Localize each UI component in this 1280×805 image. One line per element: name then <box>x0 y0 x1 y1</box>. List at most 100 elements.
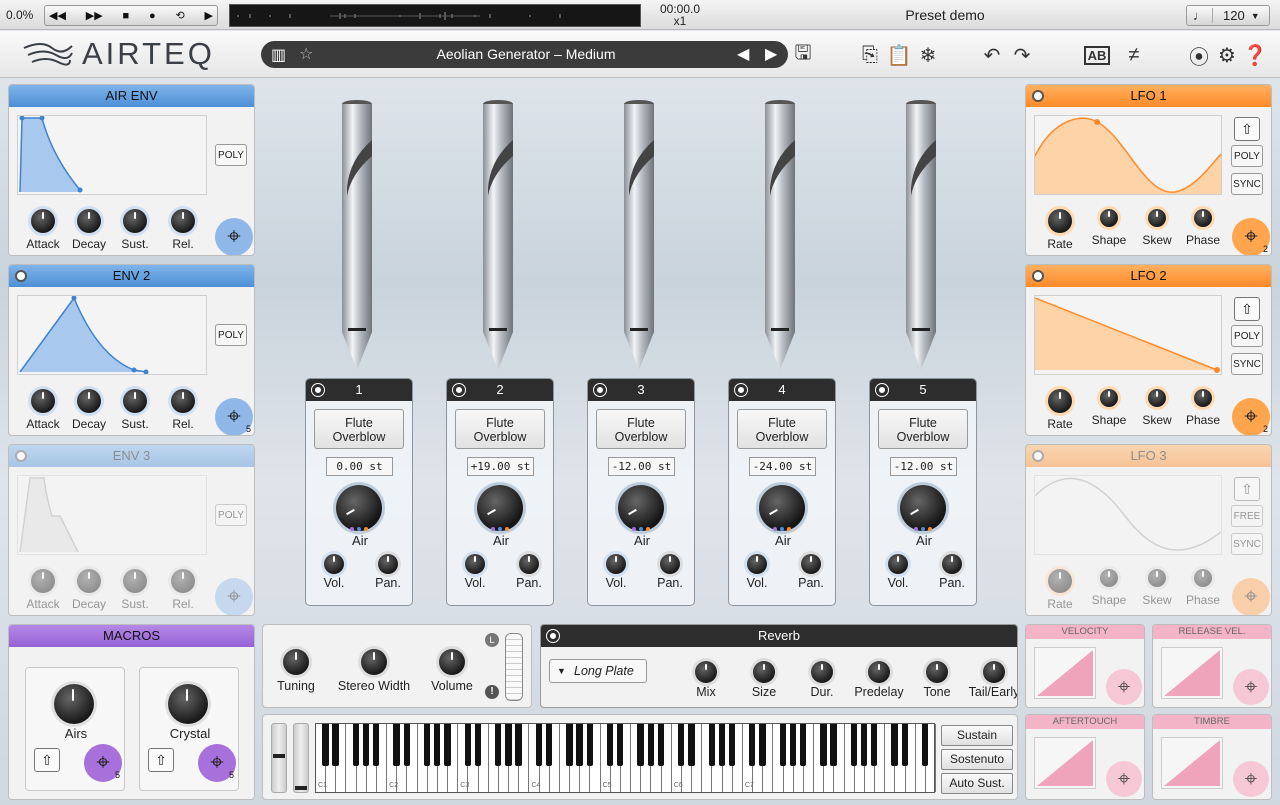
shape-knob[interactable] <box>1100 389 1118 407</box>
instrument-select[interactable]: Flute Overblow <box>455 409 545 449</box>
strip-power-toggle[interactable] <box>735 384 747 396</box>
air-knob[interactable] <box>477 485 523 531</box>
poly-button[interactable]: POLY <box>215 504 247 526</box>
semitone-field[interactable]: -12.00 st <box>890 457 957 476</box>
attack-knob[interactable] <box>31 389 55 413</box>
star-icon[interactable]: ☆ <box>299 44 313 64</box>
white-key[interactable] <box>733 724 743 792</box>
semitone-field[interactable]: -12.00 st <box>608 457 675 476</box>
env3-graph[interactable] <box>17 475 207 555</box>
timbre-curve[interactable] <box>1161 737 1223 789</box>
reverb-type-select[interactable]: ▼ Long Plate <box>549 659 647 683</box>
velocity-curve[interactable] <box>1034 647 1096 699</box>
reverb-knob-3[interactable] <box>868 661 890 683</box>
env3-power-toggle[interactable] <box>15 450 27 462</box>
tempo-control[interactable]: ♩ 120 ▼ <box>1186 5 1270 26</box>
volume-knob[interactable] <box>606 554 626 574</box>
skew-knob[interactable] <box>1148 569 1166 587</box>
upload-icon[interactable]: ⇧ <box>148 748 174 772</box>
rate-knob[interactable] <box>1048 209 1072 233</box>
stereo-width-knob[interactable] <box>361 649 387 675</box>
white-key[interactable] <box>763 724 774 792</box>
white-key[interactable] <box>692 724 703 792</box>
mod-target-button[interactable]: ⌖ 2 <box>1232 398 1270 435</box>
white-key[interactable] <box>550 724 560 792</box>
env2-graph[interactable] <box>17 295 207 375</box>
release-knob[interactable] <box>171 209 195 233</box>
skew-knob[interactable] <box>1148 209 1166 227</box>
reverb-knob-2[interactable] <box>811 661 833 683</box>
piano-keyboard[interactable]: C1 C2 C3 C4 C5 C6 C7 <box>315 723 936 793</box>
lfo3-power-toggle[interactable] <box>1032 450 1044 462</box>
paste-icon[interactable]: 📋 <box>886 42 912 68</box>
mod-target-button[interactable]: ⌖ <box>1233 761 1269 797</box>
preset-name[interactable]: Aeolian Generator – Medium <box>341 46 711 62</box>
white-key[interactable] <box>875 724 886 792</box>
pan-knob[interactable] <box>801 554 821 574</box>
not-equal-icon[interactable]: ≠ <box>1121 42 1147 68</box>
copy-icon[interactable]: ⎘ <box>857 42 883 68</box>
poly-button[interactable]: POLY <box>215 324 247 346</box>
stop-icon[interactable]: ■ <box>123 10 130 22</box>
mod-target-button[interactable]: ⌖ 5 <box>84 744 122 782</box>
release-velocity-curve[interactable] <box>1161 647 1223 699</box>
white-key[interactable] <box>448 724 459 792</box>
air-knob[interactable] <box>759 485 805 531</box>
volume-knob[interactable] <box>747 554 767 574</box>
strip-power-toggle[interactable] <box>594 384 606 396</box>
phase-knob[interactable] <box>1194 389 1212 407</box>
sync-button[interactable]: SYNC <box>1231 173 1263 195</box>
tuning-knob[interactable] <box>283 649 309 675</box>
reverb-knob-1[interactable] <box>753 661 775 683</box>
save-icon[interactable]: 🖫 <box>790 42 816 68</box>
help-icon[interactable]: ❓ <box>1242 42 1268 68</box>
lfo2-power-toggle[interactable] <box>1032 270 1044 282</box>
mod-target-button[interactable]: ⌖ <box>215 578 253 615</box>
sync-button[interactable]: SYNC <box>1231 533 1263 555</box>
mod-target-button[interactable]: ⌖ 5 <box>215 398 253 435</box>
aftertouch-curve[interactable] <box>1034 737 1096 789</box>
strip-power-toggle[interactable] <box>876 384 888 396</box>
release-knob[interactable] <box>171 569 195 593</box>
air-knob[interactable] <box>618 485 664 531</box>
volume-knob[interactable] <box>324 554 344 574</box>
phase-knob[interactable] <box>1194 569 1212 587</box>
metronome-icon[interactable]: ♩ <box>1187 8 1213 23</box>
semitone-field[interactable]: +19.00 st <box>467 457 534 476</box>
pan-knob[interactable] <box>660 554 680 574</box>
volume-knob[interactable] <box>888 554 908 574</box>
upload-icon[interactable]: ⇧ <box>34 748 60 772</box>
reverb-knob-5[interactable] <box>983 661 1005 683</box>
pitch-wheel[interactable] <box>271 723 287 793</box>
fast-forward-icon[interactable]: ▶▶ <box>86 9 103 22</box>
pan-knob[interactable] <box>519 554 539 574</box>
undo-icon[interactable]: ↶ <box>979 42 1005 68</box>
mod-wheel[interactable] <box>293 723 309 793</box>
white-key[interactable] <box>479 724 489 792</box>
upload-icon[interactable]: ⇧ <box>1234 297 1260 321</box>
waveform-display[interactable] <box>229 4 641 27</box>
white-key[interactable] <box>519 724 530 792</box>
lfo3-graph[interactable] <box>1034 475 1222 555</box>
mod-target-button[interactable]: ⌖ 5 <box>198 744 236 782</box>
sustain-knob[interactable] <box>123 209 147 233</box>
white-key[interactable] <box>621 724 632 792</box>
sostenuto-button[interactable]: Sostenuto <box>941 749 1013 770</box>
preset-bar[interactable]: ▥ ☆ Aeolian Generator – Medium ◀ ▶ <box>261 41 788 68</box>
midi-icon[interactable]: ⦿ <box>1186 42 1212 69</box>
sustain-knob[interactable] <box>123 389 147 413</box>
white-key[interactable] <box>662 724 672 792</box>
airs-knob[interactable] <box>54 684 94 724</box>
instrument-select[interactable]: Flute Overblow <box>737 409 827 449</box>
clip-warning-icon[interactable]: ! <box>485 685 499 699</box>
auto-sustain-button[interactable]: Auto Sust. <box>941 773 1013 794</box>
loop-icon[interactable]: ⟲ <box>175 9 184 22</box>
white-key[interactable] <box>804 724 815 792</box>
rate-knob[interactable] <box>1048 389 1072 413</box>
air-knob[interactable] <box>900 485 946 531</box>
lfo1-graph[interactable] <box>1034 115 1222 195</box>
reverb-power-toggle[interactable] <box>547 630 559 642</box>
sync-button[interactable]: SYNC <box>1231 353 1263 375</box>
mod-target-button[interactable]: ⌖ <box>1233 669 1269 705</box>
instrument-select[interactable]: Flute Overblow <box>596 409 686 449</box>
